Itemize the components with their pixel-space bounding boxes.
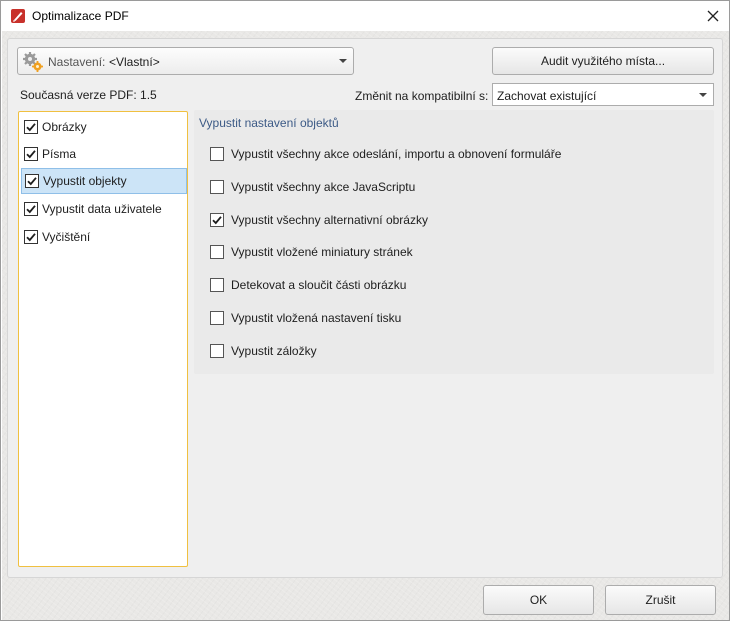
checkbox[interactable]	[24, 230, 38, 244]
checkbox[interactable]	[210, 311, 224, 325]
checkbox[interactable]	[24, 202, 38, 216]
main-panel: Nastavení: <Vlastní> Audit využitého mís…	[7, 38, 723, 578]
dialog-body: Nastavení: <Vlastní> Audit využitého mís…	[2, 31, 729, 620]
category-item-discard-user-data[interactable]: Vypustit data uživatele	[21, 196, 187, 222]
category-item-fonts[interactable]: Písma	[21, 141, 187, 167]
close-button[interactable]	[697, 1, 729, 31]
option-discard-alternate-images[interactable]: Vypustit všechny alternativní obrázky	[210, 211, 428, 229]
category-item-discard-objects[interactable]: Vypustit objekty	[21, 168, 187, 194]
settings-label: Nastavení:	[48, 55, 106, 69]
discard-objects-options: Vypustit nastavení objektů Vypustit všec…	[194, 110, 714, 374]
category-list: Obrázky Písma Vypustit objekty Vypustit …	[18, 111, 188, 567]
option-label: Vypustit vložená nastavení tisku	[231, 311, 402, 325]
compatibility-select[interactable]: Zachovat existující	[492, 83, 714, 106]
cancel-button[interactable]: Zrušit	[605, 585, 716, 615]
category-label: Obrázky	[42, 120, 87, 134]
category-label: Vyčištění	[42, 230, 91, 244]
category-label: Vypustit objekty	[43, 174, 127, 188]
option-merge-image-fragments[interactable]: Detekovat a sloučit části obrázku	[210, 276, 406, 294]
option-discard-javascript[interactable]: Vypustit všechny akce JavaScriptu	[210, 178, 415, 196]
category-label: Vypustit data uživatele	[42, 202, 162, 216]
option-discard-print-settings[interactable]: Vypustit vložená nastavení tisku	[210, 309, 401, 327]
option-label: Vypustit záložky	[231, 344, 317, 358]
option-label: Vypustit všechny akce JavaScriptu	[231, 180, 416, 194]
category-item-images[interactable]: Obrázky	[21, 114, 187, 140]
checkbox[interactable]	[210, 245, 224, 259]
checkbox[interactable]	[24, 147, 38, 161]
dialog-buttons: OK Zrušit	[2, 580, 729, 620]
checkbox[interactable]	[210, 344, 224, 358]
chevron-down-icon	[699, 93, 707, 97]
checkbox[interactable]	[210, 147, 224, 161]
settings-preset-dropdown[interactable]: Nastavení: <Vlastní>	[17, 47, 354, 75]
option-discard-form-actions[interactable]: Vypustit všechny akce odeslání, importu …	[210, 145, 561, 163]
option-discard-thumbnails[interactable]: Vypustit vložené miniatury stránek	[210, 243, 413, 261]
checkbox[interactable]	[210, 180, 224, 194]
close-icon	[707, 10, 719, 22]
chevron-down-icon	[339, 59, 347, 63]
option-discard-bookmarks[interactable]: Vypustit záložky	[210, 342, 317, 360]
checkbox[interactable]	[210, 213, 224, 227]
compatibility-value: Zachovat existující	[497, 89, 597, 103]
checkbox[interactable]	[25, 174, 39, 188]
category-item-cleanup[interactable]: Vyčištění	[21, 224, 187, 250]
settings-value: <Vlastní>	[109, 55, 160, 69]
optimize-pdf-dialog: Optimalizace PDF Nastavení: <Vlastní> Au…	[0, 0, 730, 621]
group-title: Vypustit nastavení objektů	[199, 116, 339, 130]
title-bar: Optimalizace PDF	[1, 1, 729, 31]
audit-space-button[interactable]: Audit využitého místa...	[492, 47, 714, 75]
option-label: Detekovat a sloučit části obrázku	[231, 278, 407, 292]
checkbox[interactable]	[210, 278, 224, 292]
option-label: Vypustit vložené miniatury stránek	[231, 245, 413, 259]
window-title: Optimalizace PDF	[32, 9, 129, 23]
option-label: Vypustit všechny alternativní obrázky	[231, 213, 428, 227]
checkbox[interactable]	[24, 120, 38, 134]
pdf-app-icon	[10, 8, 26, 24]
category-label: Písma	[42, 147, 77, 161]
option-label: Vypustit všechny akce odeslání, importu …	[231, 147, 562, 161]
current-pdf-version: Současná verze PDF: 1.5	[20, 88, 157, 102]
compatibility-label: Změnit na kompatibilní s:	[355, 89, 489, 103]
ok-button[interactable]: OK	[483, 585, 594, 615]
gear-icon	[22, 51, 44, 73]
